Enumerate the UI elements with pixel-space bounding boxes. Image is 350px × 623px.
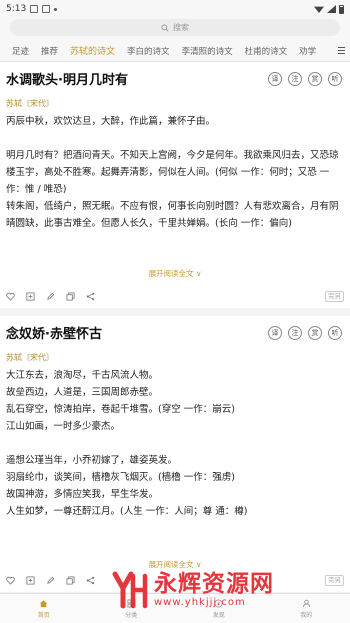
poem-line: 遥想公瑾当年，小乔初嫁了，雄姿英发。: [6, 455, 178, 466]
annotate-button[interactable]: 注: [288, 72, 302, 86]
wifi-icon: [314, 6, 324, 13]
translate-button[interactable]: 译: [268, 72, 282, 86]
tab-su-shi[interactable]: 苏轼的诗文: [64, 44, 121, 57]
tab-quanxue[interactable]: 劝学: [293, 45, 322, 57]
tabs-menu-icon[interactable]: [332, 40, 350, 61]
signal-icon: [327, 5, 336, 13]
poem-line: 江山如画，一时多少豪杰。: [6, 421, 121, 432]
watermark-logo-icon: [112, 571, 148, 609]
notification-dot-icon: [54, 7, 58, 11]
listen-button[interactable]: 听: [328, 72, 342, 86]
poem-line: 故垒西边，人道是，三国周郎赤壁。: [6, 387, 159, 398]
annotate-button[interactable]: 注: [288, 326, 302, 340]
like-icon[interactable]: [6, 292, 15, 301]
poem-line: 明月几时有？把酒问青天。不知天上宫阙，今夕是何年。我欲乘风归去，又恐琼楼玉宇，高…: [6, 150, 339, 195]
search-placeholder: 搜索: [173, 23, 189, 32]
home-icon: [40, 599, 48, 607]
poem-line: 大江东去，浪淘尽，千古风流人物。: [6, 370, 159, 381]
poem-actions: 译 注 赏 听: [268, 72, 342, 86]
edit-icon[interactable]: [46, 292, 55, 301]
notification-icon: [42, 5, 51, 13]
expand-full-text-link[interactable]: 展开阅读全文 ∨: [0, 268, 350, 279]
poem-line: 丙辰中秋，欢饮达旦，大醉，作此篇，兼怀子由。: [6, 116, 216, 127]
card-footer: 完另: [6, 290, 344, 302]
like-icon[interactable]: [6, 576, 15, 585]
poem-card[interactable]: 水调歌头·明月几时有 译 注 赏 听 苏轼〔宋代〕 丙辰中秋，欢饮达旦，大醉，作…: [0, 62, 350, 308]
tab-recommend[interactable]: 推荐: [35, 45, 64, 57]
share-icon[interactable]: [86, 576, 95, 585]
watermark: 永辉资源网 www.yhkjjj.com: [112, 567, 348, 613]
poem-body: 丙辰中秋，欢饮达旦，大醉，作此篇，兼怀子由。 明月几时有？把酒问青天。不知天上宫…: [6, 113, 344, 232]
tab-footprint[interactable]: 足迹: [6, 45, 35, 57]
poem-actions: 译 注 赏 听: [268, 326, 342, 340]
battery-icon: [339, 4, 344, 14]
poem-body: 大江东去，浪淘尽，千古风流人物。 故垒西边，人道是，三国周郎赤壁。 乱石穿空，惊…: [6, 367, 344, 520]
poem-feed[interactable]: 水调歌头·明月几时有 译 注 赏 听 苏轼〔宋代〕 丙辰中秋，欢饮达旦，大醉，作…: [0, 62, 350, 623]
search-input[interactable]: 搜索: [10, 19, 340, 36]
copy-icon[interactable]: [66, 575, 75, 585]
poem-line: 故国神游，多情应笑我，早生华发。: [6, 489, 159, 500]
share-icon[interactable]: [86, 292, 95, 301]
copy-icon[interactable]: [66, 291, 75, 301]
translate-button[interactable]: 译: [268, 326, 282, 340]
notification-icon: [30, 5, 39, 13]
poem-line: 转朱阁，低绮户，照无眠。不应有恨，何事长向别时圆？人有悲欢离合，月有阴晴圆缺，此…: [6, 201, 339, 229]
search-container: 搜索: [0, 18, 350, 40]
poem-card[interactable]: 念奴娇·赤壁怀古 译 注 赏 听 苏轼〔宋代〕 大江东去，浪淘尽，千古风流人物。…: [0, 316, 350, 592]
tab-li-bai[interactable]: 李白的诗文: [121, 45, 176, 57]
listen-button[interactable]: 听: [328, 326, 342, 340]
status-bar: 5:13: [0, 0, 350, 18]
poem-author[interactable]: 苏轼〔宋代〕: [6, 352, 344, 363]
edit-icon[interactable]: [46, 576, 55, 585]
complete-badge: 完另: [325, 290, 344, 302]
poem-line: 羽扇纶巾，谈笑间，樯橹灰飞烟灭。(樯橹 一作：强虏): [6, 472, 235, 483]
nav-home[interactable]: 首页: [0, 594, 88, 623]
category-tabs: 足迹 推荐 苏轼的诗文 李白的诗文 李清照的诗文 杜甫的诗文 劝学: [0, 40, 350, 62]
poem-line: 乱石穿空，惊涛拍岸，卷起千堆雪。(穿空 一作：崩云): [6, 404, 235, 415]
watermark-title: 永辉资源网: [154, 571, 274, 597]
status-time: 5:13: [6, 4, 27, 14]
search-icon: [161, 23, 169, 32]
watermark-url: www.yhkjjj.com: [154, 597, 246, 608]
nav-home-label: 首页: [37, 611, 50, 619]
appreciate-button[interactable]: 赏: [308, 326, 322, 340]
add-icon[interactable]: [26, 575, 35, 585]
tab-li-qingzhao[interactable]: 李清照的诗文: [176, 45, 239, 57]
appreciate-button[interactable]: 赏: [308, 72, 322, 86]
poem-author[interactable]: 苏轼〔宋代〕: [6, 98, 344, 109]
add-icon[interactable]: [26, 291, 35, 301]
tab-du-fu[interactable]: 杜甫的诗文: [239, 45, 294, 57]
